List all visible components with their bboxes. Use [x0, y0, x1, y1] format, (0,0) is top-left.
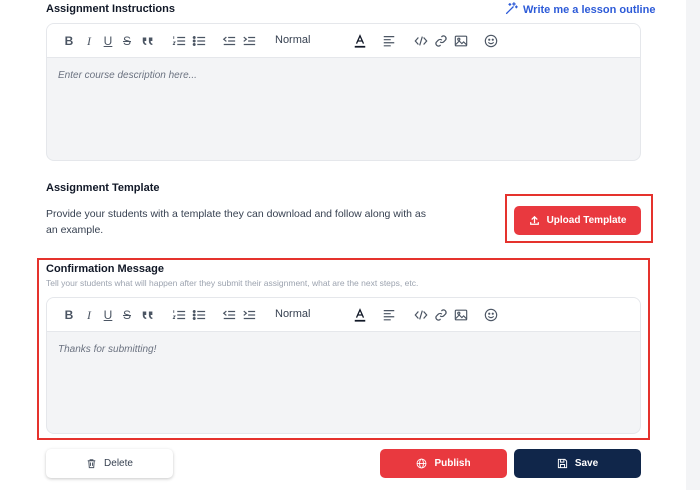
instructions-editor-toolbar: B I U S Normal	[47, 24, 640, 58]
bullet-list-button[interactable]	[191, 33, 207, 49]
link-icon[interactable]	[433, 307, 449, 323]
emoji-icon[interactable]	[483, 33, 499, 49]
save-button[interactable]: Save	[514, 449, 641, 478]
globe-icon	[416, 458, 427, 469]
instructions-editor-content[interactable]: Enter course description here...	[47, 58, 640, 93]
indent-button[interactable]	[241, 33, 257, 49]
code-button[interactable]	[413, 307, 429, 323]
italic-button[interactable]: I	[81, 33, 97, 49]
trash-icon	[86, 458, 97, 469]
quote-button[interactable]	[140, 307, 156, 323]
confirmation-editor[interactable]: B I U S Normal Thanks for submitting!	[46, 297, 641, 434]
align-button[interactable]	[381, 33, 397, 49]
quote-button[interactable]	[140, 33, 156, 49]
publish-label: Publish	[434, 458, 471, 469]
confirmation-message-title: Confirmation Message	[46, 263, 164, 275]
floppy-disk-icon	[557, 458, 568, 469]
indent-button[interactable]	[241, 307, 257, 323]
confirmation-editor-content[interactable]: Thanks for submitting!	[47, 332, 640, 367]
text-style-select[interactable]: Normal	[275, 34, 310, 46]
text-style-select[interactable]: Normal	[275, 308, 310, 320]
write-lesson-outline-link[interactable]: Write me a lesson outline	[505, 2, 655, 18]
align-button[interactable]	[381, 307, 397, 323]
italic-button[interactable]: I	[81, 307, 97, 323]
delete-button[interactable]: Delete	[46, 449, 173, 478]
instructions-editor[interactable]: B I U S Normal Enter course description …	[46, 23, 641, 161]
code-button[interactable]	[413, 33, 429, 49]
upload-template-label: Upload Template	[546, 215, 627, 226]
bullet-list-button[interactable]	[191, 307, 207, 323]
confirmation-editor-toolbar: B I U S Normal	[47, 298, 640, 332]
underline-button[interactable]: U	[100, 33, 116, 49]
image-icon[interactable]	[453, 33, 469, 49]
magic-wand-icon	[505, 2, 518, 18]
publish-button[interactable]: Publish	[380, 449, 507, 478]
image-icon[interactable]	[453, 307, 469, 323]
assignment-instructions-title: Assignment Instructions	[46, 3, 175, 15]
write-lesson-outline-label: Write me a lesson outline	[523, 4, 656, 16]
text-color-button[interactable]	[352, 33, 368, 49]
assignment-template-description: Provide your students with a template th…	[46, 208, 426, 236]
outdent-button[interactable]	[221, 307, 237, 323]
delete-label: Delete	[104, 458, 133, 469]
strikethrough-button[interactable]: S	[119, 307, 135, 323]
link-icon[interactable]	[433, 33, 449, 49]
bold-button[interactable]: B	[61, 307, 77, 323]
bold-button[interactable]: B	[61, 33, 77, 49]
ordered-list-button[interactable]	[171, 33, 187, 49]
save-label: Save	[574, 458, 599, 469]
ordered-list-button[interactable]	[171, 307, 187, 323]
upload-icon	[529, 215, 540, 226]
assignment-template-title: Assignment Template	[46, 182, 160, 194]
scrollbar-track[interactable]	[686, 0, 700, 490]
outdent-button[interactable]	[221, 33, 237, 49]
upload-template-button[interactable]: Upload Template	[514, 206, 641, 235]
emoji-icon[interactable]	[483, 307, 499, 323]
strikethrough-button[interactable]: S	[119, 33, 135, 49]
text-color-button[interactable]	[352, 307, 368, 323]
underline-button[interactable]: U	[100, 307, 116, 323]
confirmation-message-subtitle: Tell your students what will happen afte…	[46, 278, 419, 288]
